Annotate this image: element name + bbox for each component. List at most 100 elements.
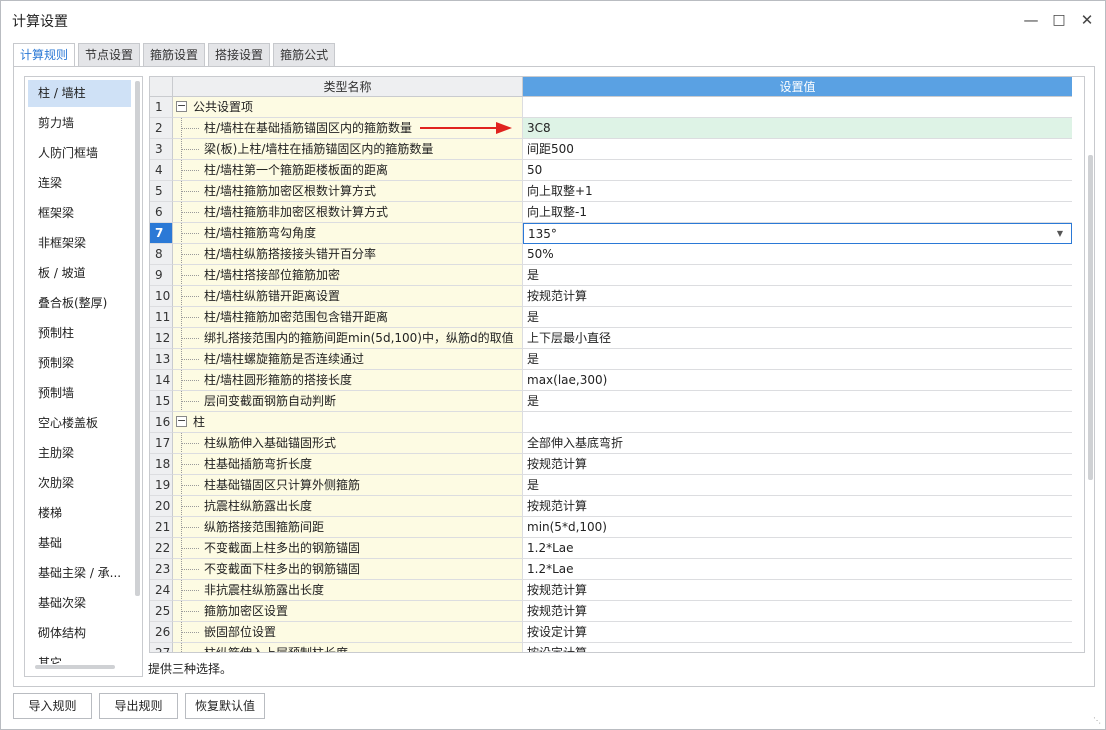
sidebar-item-shear-wall[interactable]: 剪力墙 [28, 110, 131, 137]
sidebar-item-coupling-beam[interactable]: 连梁 [28, 170, 131, 197]
setting-value-cell[interactable]: min(5*d,100) [523, 517, 1072, 538]
setting-value-dropdown[interactable]: 135° ▼ [523, 223, 1072, 244]
sidebar-item-non-frame-beam[interactable]: 非框架梁 [28, 230, 131, 257]
sidebar-item-composite-slab[interactable]: 叠合板(整厚) [28, 290, 131, 317]
table-row[interactable]: 18 柱基础插筋弯折长度 按规范计算 [150, 454, 1072, 475]
setting-value-cell[interactable]: 3C8 [523, 118, 1072, 139]
table-row[interactable]: 24 非抗震柱纵筋露出长度 按规范计算 [150, 580, 1072, 601]
tab-lap-settings[interactable]: 搭接设置 [208, 43, 271, 67]
setting-value-cell[interactable]: max(lae,300) [523, 370, 1072, 391]
tree-line [181, 233, 199, 234]
setting-value-cell[interactable]: 50% [523, 244, 1072, 265]
sidebar-item-foundation-secondary-beam[interactable]: 基础次梁 [28, 590, 131, 617]
setting-value-cell[interactable]: 按设定计算 [523, 643, 1072, 652]
collapse-icon[interactable]: − [176, 100, 187, 112]
setting-value-cell[interactable]: 按规范计算 [523, 286, 1072, 307]
type-name-cell: 梁(板)上柱/墙柱在插筋锚固区内的箍筋数量 [173, 139, 523, 160]
sidebar-item-stairs[interactable]: 楼梯 [28, 500, 131, 527]
collapse-icon[interactable]: − [176, 415, 187, 427]
table-row[interactable]: 11 柱/墙柱箍筋加密范围包含错开距离 是 [150, 307, 1072, 328]
tab-stirrup-settings[interactable]: 箍筋设置 [143, 43, 206, 67]
tab-node-settings[interactable]: 节点设置 [78, 43, 141, 67]
setting-value-cell[interactable]: 1.2*Lae [523, 559, 1072, 580]
tab-calc-rules[interactable]: 计算规则 [13, 43, 76, 67]
export-rules-button[interactable]: 导出规则 [99, 693, 178, 719]
table-row[interactable]: 21 纵筋搭接范围箍筋间距 min(5*d,100) [150, 517, 1072, 538]
setting-value-cell[interactable]: 按规范计算 [523, 454, 1072, 475]
setting-value-cell[interactable]: 按设定计算 [523, 622, 1072, 643]
minimize-icon[interactable]: — [1020, 9, 1042, 31]
setting-value-cell[interactable]: 50 [523, 160, 1072, 181]
table-group-row[interactable]: 1− 公共设置项 [150, 97, 1072, 118]
setting-value-cell[interactable]: 向上取整+1 [523, 181, 1072, 202]
column-header-setting-value[interactable]: 设置值 [523, 77, 1072, 97]
setting-value-cell[interactable]: 按规范计算 [523, 601, 1072, 622]
table-row[interactable]: 25 箍筋加密区设置 按规范计算 [150, 601, 1072, 622]
table-group-row[interactable]: 16− 柱 [150, 412, 1072, 433]
setting-value-cell[interactable]: 是 [523, 391, 1072, 412]
setting-value-cell[interactable]: 按规范计算 [523, 580, 1072, 601]
sidebar-item-slab-ramp[interactable]: 板 / 坡道 [28, 260, 131, 287]
setting-value-cell[interactable]: 上下层最小直径 [523, 328, 1072, 349]
sidebar-item-precast-column[interactable]: 预制柱 [28, 320, 131, 347]
table-row[interactable]: 23 不变截面下柱多出的钢筋锚固 1.2*Lae [150, 559, 1072, 580]
table-row[interactable]: 20 抗震柱纵筋露出长度 按规范计算 [150, 496, 1072, 517]
sidebar-item-precast-beam[interactable]: 预制梁 [28, 350, 131, 377]
resize-grip-icon[interactable]: ⋱ [1093, 717, 1102, 726]
table-row[interactable]: 14 柱/墙柱圆形箍筋的搭接长度 max(lae,300) [150, 370, 1072, 391]
grid-vertical-scrollbar[interactable] [1088, 155, 1093, 480]
table-row[interactable]: 5 柱/墙柱箍筋加密区根数计算方式 向上取整+1 [150, 181, 1072, 202]
setting-value-cell[interactable]: 是 [523, 307, 1072, 328]
setting-value-cell[interactable]: 向上取整-1 [523, 202, 1072, 223]
sidebar-item-column[interactable]: 柱 / 墙柱 [28, 80, 131, 107]
sidebar-item-other[interactable]: 其它 [28, 650, 131, 664]
setting-value-cell[interactable]: 是 [523, 349, 1072, 370]
table-row[interactable]: 26 嵌固部位设置 按设定计算 [150, 622, 1072, 643]
tree-line [181, 485, 199, 486]
column-header-type-name[interactable]: 类型名称 [173, 77, 523, 97]
table-row[interactable]: 19 柱基础锚固区只计算外侧箍筋 是 [150, 475, 1072, 496]
sidebar-item-frame-beam[interactable]: 框架梁 [28, 200, 131, 227]
sidebar-item-hollow-floor-slab[interactable]: 空心楼盖板 [28, 410, 131, 437]
sidebar-item-foundation[interactable]: 基础 [28, 530, 131, 557]
sidebar-item-civil-defense-door-wall[interactable]: 人防门框墙 [28, 140, 131, 167]
maximize-icon[interactable]: □ [1048, 9, 1070, 31]
table-row[interactable]: 27 柱纵筋伸入上层预制柱长度 按设定计算 [150, 643, 1072, 652]
setting-value-cell[interactable]: 全部伸入基底弯折 [523, 433, 1072, 454]
sidebar-item-foundation-main-beam[interactable]: 基础主梁 / 承... [28, 560, 131, 587]
restore-defaults-button[interactable]: 恢复默认值 [185, 693, 265, 719]
table-row[interactable]: 7 柱/墙柱箍筋弯勾角度 135° ▼ [150, 223, 1072, 244]
sidebar-item-secondary-rib-beam[interactable]: 次肋梁 [28, 470, 131, 497]
table-row[interactable]: 22 不变截面上柱多出的钢筋锚固 1.2*Lae [150, 538, 1072, 559]
setting-value-cell[interactable]: 间距500 [523, 139, 1072, 160]
type-name-cell: 柱纵筋伸入上层预制柱长度 [173, 643, 523, 652]
table-row[interactable]: 10 柱/墙柱纵筋错开距离设置 按规范计算 [150, 286, 1072, 307]
setting-value-cell[interactable]: 1.2*Lae [523, 538, 1072, 559]
table-row[interactable]: 17 柱纵筋伸入基础锚固形式 全部伸入基底弯折 [150, 433, 1072, 454]
table-row[interactable]: 4 柱/墙柱第一个箍筋距楼板面的距离 50 [150, 160, 1072, 181]
sidebar-horizontal-scrollbar[interactable] [35, 665, 115, 669]
table-row[interactable]: 6 柱/墙柱箍筋非加密区根数计算方式 向上取整-1 [150, 202, 1072, 223]
tab-stirrup-formula[interactable]: 箍筋公式 [273, 43, 336, 67]
table-row[interactable]: 13 柱/墙柱螺旋箍筋是否连续通过 是 [150, 349, 1072, 370]
setting-value-cell[interactable]: 是 [523, 265, 1072, 286]
table-row[interactable]: 3 梁(板)上柱/墙柱在插筋锚固区内的箍筋数量 间距500 [150, 139, 1072, 160]
dropdown-arrow-icon[interactable]: ▼ [1057, 224, 1063, 243]
import-rules-button[interactable]: 导入规则 [13, 693, 92, 719]
sidebar-item-masonry[interactable]: 砌体结构 [28, 620, 131, 647]
setting-name: 层间变截面钢筋自动判断 [204, 394, 337, 408]
table-row[interactable]: 12 绑扎搭接范围内的箍筋间距min(5d,100)中，纵筋d的取值 上下层最小直径 [150, 328, 1072, 349]
setting-value-cell[interactable]: 是 [523, 475, 1072, 496]
table-row[interactable]: 2 柱/墙柱在基础插筋锚固区内的箍筋数量 3C8 [150, 118, 1072, 139]
title-bar: 计算设置 — □ ✕ [1, 1, 1105, 39]
table-row[interactable]: 15 层间变截面钢筋自动判断 是 [150, 391, 1072, 412]
sidebar-vertical-scrollbar[interactable] [135, 81, 140, 596]
setting-value: 按规范计算 [527, 499, 588, 513]
setting-value-cell[interactable]: 按规范计算 [523, 496, 1072, 517]
tree-line [181, 149, 199, 150]
sidebar-item-precast-wall[interactable]: 预制墙 [28, 380, 131, 407]
sidebar-item-main-rib-beam[interactable]: 主肋梁 [28, 440, 131, 467]
table-row[interactable]: 8 柱/墙柱纵筋搭接接头错开百分率 50% [150, 244, 1072, 265]
close-icon[interactable]: ✕ [1076, 9, 1098, 31]
table-row[interactable]: 9 柱/墙柱搭接部位箍筋加密 是 [150, 265, 1072, 286]
